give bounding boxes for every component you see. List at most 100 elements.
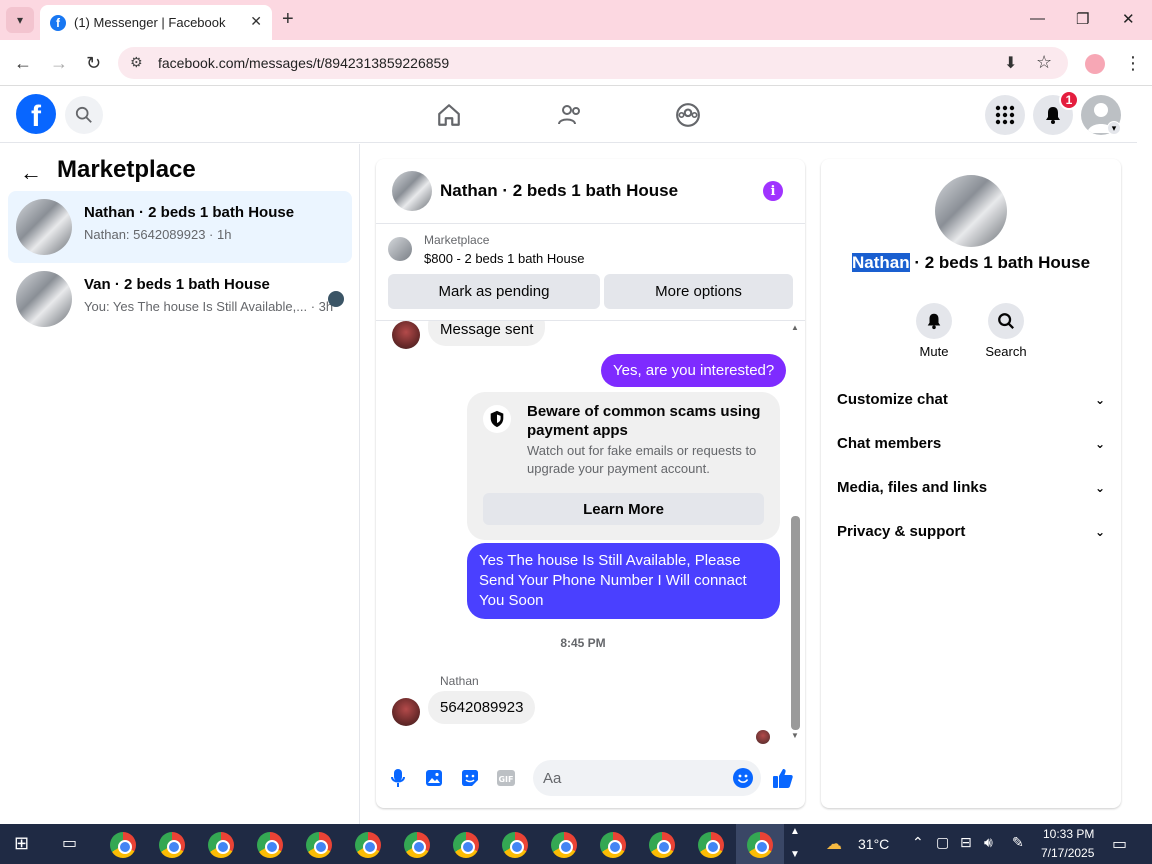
facebook-logo-icon[interactable]: f (16, 94, 56, 134)
minimize-button[interactable]: — (1030, 10, 1045, 27)
more-options-button[interactable]: More options (604, 274, 793, 309)
chrome-app-icon[interactable] (355, 832, 381, 858)
maximize-button[interactable]: ❐ (1076, 10, 1089, 28)
chrome-app-icon[interactable] (110, 832, 136, 858)
tab-search-button[interactable]: ▾ (6, 7, 34, 33)
task-view-icon[interactable]: ▭ (62, 833, 77, 853)
meet-icon[interactable]: ▢ (936, 834, 949, 851)
reload-button[interactable]: ↻ (86, 53, 101, 74)
home-icon[interactable] (434, 100, 464, 130)
weather-icon[interactable]: ☁ (826, 834, 842, 854)
conversation-info-title: Nathan · 2 beds 1 bath House (821, 253, 1121, 273)
chrome-app-icon[interactable] (257, 832, 283, 858)
chrome-app-icon[interactable] (306, 832, 332, 858)
chat-title[interactable]: Nathan · 2 beds 1 bath House (440, 181, 678, 201)
listing-thumbnail (16, 271, 72, 327)
close-tab-icon[interactable]: ✕ (250, 13, 262, 30)
conversation-title: Van · 2 beds 1 bath House (84, 276, 270, 293)
thumbs-up-icon[interactable] (771, 766, 795, 790)
close-window-button[interactable]: ✕ (1122, 10, 1135, 28)
privacy-support-section[interactable]: Privacy & support ⌄ (837, 523, 1105, 540)
account-chevron-icon[interactable]: ▾ (1107, 121, 1121, 135)
new-tab-button[interactable]: + (282, 8, 294, 31)
url-text: facebook.com/messages/t/8942313859226859 (158, 55, 450, 71)
listing-price[interactable]: $800 - 2 beds 1 bath House (424, 251, 584, 266)
customize-chat-section[interactable]: Customize chat ⌄ (837, 391, 1105, 408)
install-app-icon[interactable]: ⬇ (1004, 53, 1017, 73)
bookmark-star-icon[interactable]: ☆ (1036, 52, 1052, 73)
temperature[interactable]: 31°C (858, 836, 889, 852)
notification-badge: 1 (1059, 90, 1079, 110)
chat-scrollbar-thumb[interactable] (791, 516, 800, 730)
groups-icon[interactable] (673, 100, 703, 130)
message-bubble-in: Message sent (428, 321, 546, 346)
conversation-preview: Nathan: 5642089923 · 1h (84, 227, 232, 242)
chrome-app-icon[interactable] (159, 832, 185, 858)
gif-icon[interactable]: GIF (495, 767, 517, 789)
title-rest: · 2 beds 1 bath House (909, 253, 1091, 272)
section-label: Customize chat (837, 391, 948, 408)
menu-grid-icon[interactable] (985, 95, 1025, 135)
highlighted-name: Nathan (851, 253, 910, 272)
sender-avatar (392, 321, 420, 349)
volume-icon[interactable]: 🔊︎ (984, 834, 993, 851)
mute-label: Mute (919, 344, 949, 359)
clock-time[interactable]: 10:33 PM (1043, 827, 1094, 841)
pen-icon[interactable]: ✎ (1012, 834, 1024, 851)
message-input[interactable]: Aa (533, 760, 761, 796)
search-in-conversation-button[interactable] (988, 303, 1024, 339)
conversation-item[interactable]: Nathan · 2 beds 1 bath House Nathan: 564… (8, 191, 352, 263)
microphone-icon[interactable] (387, 767, 409, 789)
conversation-item[interactable]: Van · 2 beds 1 bath House You: Yes The h… (8, 263, 352, 335)
media-files-links-section[interactable]: Media, files and links ⌄ (837, 479, 1105, 496)
chat-thumbnail[interactable] (392, 171, 432, 211)
mark-as-pending-button[interactable]: Mark as pending (388, 274, 600, 309)
panel-title: Marketplace (57, 156, 196, 183)
clock-date[interactable]: 7/17/2025 (1041, 846, 1094, 860)
emoji-icon[interactable] (733, 768, 753, 788)
action-center-icon[interactable]: ▭ (1112, 834, 1127, 854)
chrome-app-icon[interactable] (453, 832, 479, 858)
taskbar-scroll-up-icon[interactable]: ▲ (790, 826, 800, 837)
chrome-app-icon[interactable] (600, 832, 626, 858)
back-button[interactable]: ← (14, 53, 32, 74)
windows-start-icon[interactable]: ⊞ (14, 833, 29, 854)
taskbar-scroll-down-icon[interactable]: ▼ (790, 849, 800, 860)
chrome-app-icon[interactable] (208, 832, 234, 858)
sticker-icon[interactable] (459, 767, 481, 789)
section-label: Privacy & support (837, 523, 966, 540)
show-hidden-icons-icon[interactable]: ⌃ (912, 834, 924, 851)
browser-tab[interactable]: f (1) Messenger | Facebook ✕ (40, 5, 272, 40)
back-arrow-icon[interactable]: ← (20, 160, 42, 186)
forward-button[interactable]: → (50, 53, 68, 74)
chat-members-section[interactable]: Chat members ⌄ (837, 435, 1105, 452)
chrome-app-icon[interactable] (551, 832, 577, 858)
message-bubble-in: 5642089923 (428, 691, 536, 724)
page-scrollbar[interactable] (1137, 87, 1152, 824)
learn-more-button[interactable]: Learn More (483, 493, 764, 525)
network-icon[interactable]: ⊟ (960, 834, 972, 851)
friends-icon[interactable] (554, 100, 584, 130)
chrome-app-icon[interactable] (502, 832, 528, 858)
mute-button[interactable] (916, 303, 952, 339)
chevron-down-icon: ⌄ (1094, 393, 1105, 407)
site-info-icon[interactable]: ⚙ (130, 54, 143, 71)
photo-icon[interactable] (423, 767, 445, 789)
scam-warning-description: Watch out for fake emails or requests to… (527, 443, 757, 476)
seen-avatar (328, 291, 344, 307)
conversation-title: Nathan · 2 beds 1 bath House (84, 204, 295, 221)
marketplace-label: Marketplace (424, 233, 490, 247)
browser-menu-icon[interactable]: ⋮ (1124, 53, 1142, 74)
tab-title: (1) Messenger | Facebook (74, 15, 226, 30)
info-icon[interactable]: i (763, 181, 783, 201)
chrome-app-icon[interactable] (747, 832, 773, 858)
chrome-app-icon[interactable] (404, 832, 430, 858)
divider (376, 223, 805, 224)
search-icon[interactable] (65, 96, 103, 134)
sender-name: Nathan (440, 674, 479, 688)
scam-warning-title: Beware of common scams using payment app… (527, 403, 761, 439)
chrome-app-icon[interactable] (649, 832, 675, 858)
profile-avatar[interactable] (1085, 54, 1105, 74)
chrome-app-icon[interactable] (698, 832, 724, 858)
address-bar[interactable]: ⚙ facebook.com/messages/t/89423138592268… (118, 47, 1068, 79)
